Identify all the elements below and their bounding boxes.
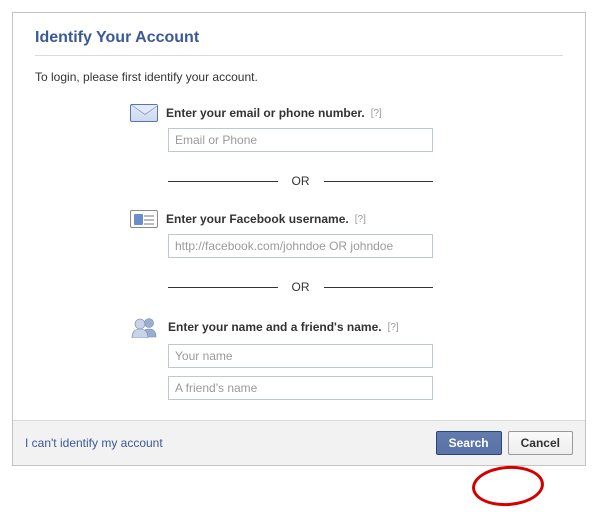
panel-body: Identify Your Account To login, please f…: [13, 13, 585, 420]
names-section-label: Enter your name and a friend's name.: [168, 320, 382, 334]
search-button[interactable]: Search: [436, 431, 502, 455]
cant-identify-link[interactable]: I can't identify my account: [25, 436, 163, 450]
panel-footer: I can't identify my account Search Cance…: [13, 420, 585, 465]
page-subtitle: To login, please first identify your acc…: [35, 70, 563, 84]
identify-account-panel: Identify Your Account To login, please f…: [12, 12, 586, 466]
section-email-phone: Enter your email or phone number. [?] OR…: [130, 104, 523, 400]
page-title: Identify Your Account: [35, 29, 563, 47]
username-input[interactable]: [168, 234, 433, 258]
people-icon: [130, 316, 160, 338]
friend-name-input[interactable]: [168, 376, 433, 400]
email-help-icon[interactable]: [?]: [371, 108, 382, 119]
id-card-icon: [130, 210, 158, 228]
email-phone-input[interactable]: [168, 128, 433, 152]
your-name-input[interactable]: [168, 344, 433, 368]
cancel-button[interactable]: Cancel: [508, 431, 573, 455]
email-section-label: Enter your email or phone number.: [166, 106, 365, 120]
annotation-circle: [471, 464, 546, 509]
username-section-label: Enter your Facebook username.: [166, 212, 349, 226]
username-help-icon[interactable]: [?]: [355, 214, 366, 225]
divider-or-1: OR: [168, 174, 433, 188]
divider-or-2: OR: [168, 280, 433, 294]
names-help-icon[interactable]: [?]: [388, 322, 399, 333]
title-divider: [35, 55, 563, 56]
envelope-icon: [130, 104, 158, 122]
